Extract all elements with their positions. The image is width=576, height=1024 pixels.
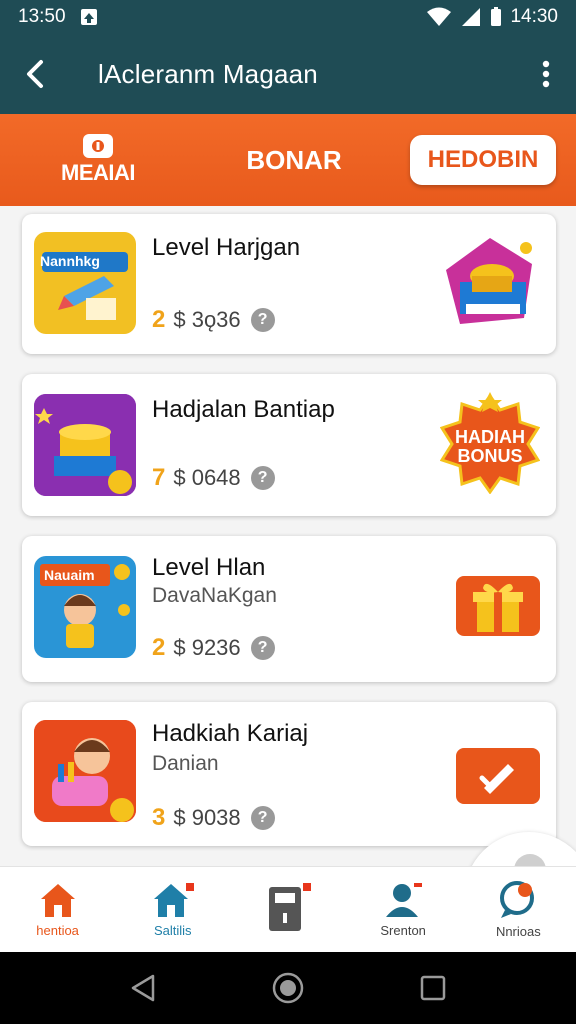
device-icon <box>268 882 311 931</box>
reward-card[interactable]: Nannhkg Level Harjgan 2 $ 3ǫ36 ? <box>22 214 556 354</box>
page-title: lAcleranm Magaan <box>98 58 318 89</box>
status-time-right: 14:30 <box>510 6 558 27</box>
nav-label-profile: Srenton <box>380 923 426 938</box>
nav-item-home[interactable]: hentioa <box>0 867 115 952</box>
card-subtitle: Danian <box>152 752 219 775</box>
tab-hedobin[interactable]: HEDOBIN <box>410 135 556 185</box>
more-vert-icon <box>542 60 550 88</box>
system-navigation-bar <box>0 952 576 1024</box>
help-icon[interactable]: ? <box>250 806 275 830</box>
profile-icon <box>386 883 423 917</box>
treasure-chest-icon <box>440 234 540 339</box>
bonus-badge-text: HADIAH BONUS <box>455 427 525 466</box>
reward-card[interactable]: Hadkiah Kariaj Danian 3 $ 9038 ? <box>22 702 556 846</box>
system-back-button[interactable] <box>113 958 173 1018</box>
card-price-row: 3 $ 9038 ? <box>152 804 275 832</box>
home-icon <box>40 884 75 917</box>
card-title: Level Harjgan <box>152 234 301 261</box>
help-icon[interactable]: ? <box>250 466 275 490</box>
notification-icon <box>80 8 98 26</box>
battery-icon <box>490 7 502 27</box>
back-arrow-icon <box>27 60 43 88</box>
pencil-icon <box>42 252 128 320</box>
square-recents-icon <box>421 975 446 1001</box>
thumbnail-label: Nannhkg <box>40 253 100 269</box>
nav-label-messages: Nnrioas <box>495 924 541 939</box>
gold-chest-icon <box>34 394 136 496</box>
card-price: $ 9236 <box>173 635 241 660</box>
nav-label-status: Saltilis <box>153 923 192 938</box>
ticket-icon <box>479 764 514 794</box>
card-level: 7 <box>152 464 166 491</box>
more-options-button[interactable] <box>516 34 576 114</box>
card-price-row: 2 $ 9236 ? <box>152 634 275 662</box>
signal-icon <box>460 7 482 27</box>
bonus-badge-icon: HADIAH BONUS <box>440 390 540 494</box>
status-time: 13:50 <box>18 6 66 27</box>
card-thumbnail: Nauaim <box>34 556 136 658</box>
card-title: Level Hlan <box>152 554 266 581</box>
boy-with-basket-icon <box>34 720 136 822</box>
nav-label-home: hentioa <box>36 923 79 938</box>
nav-item-messages[interactable]: Nnrioas <box>461 867 576 952</box>
menu-badge-icon <box>83 134 113 158</box>
thumbnail-label: Nauaim <box>44 567 95 583</box>
card-level: 2 <box>152 634 166 661</box>
circle-home-icon <box>272 972 304 1004</box>
gift-icon <box>473 583 523 632</box>
help-icon[interactable]: ? <box>250 636 275 660</box>
tab-menu[interactable]: MEAIAI <box>0 134 196 186</box>
help-icon[interactable]: ? <box>250 308 275 332</box>
card-title: Hadkiah Kariaj <box>152 720 309 747</box>
reward-card[interactable]: Nauaim Level Hlan DavaNaKgan 2 $ 9236 ? <box>22 536 556 682</box>
tab-strip: MEAIAI BONAR HEDOBIN <box>0 114 576 206</box>
reward-list: Nannhkg Level Harjgan 2 $ 3ǫ36 ? Hadjala… <box>0 206 576 866</box>
triangle-back-icon <box>131 974 154 1002</box>
card-level: 2 <box>152 306 166 333</box>
card-title: Hadjalan Bantiap <box>152 396 335 423</box>
chat-bubble-icon <box>500 881 535 918</box>
app-bar: lAcleranm Magaan <box>0 34 576 114</box>
nav-item-device[interactable] <box>230 867 345 952</box>
card-price-row: 7 $ 0648 ? <box>152 464 275 492</box>
card-price: $ 9038 <box>173 805 241 830</box>
system-recents-button[interactable] <box>403 958 463 1018</box>
card-thumbnail <box>34 394 136 496</box>
wifi-icon <box>426 7 452 27</box>
tab-bonar[interactable]: BONAR <box>196 145 392 176</box>
card-level: 3 <box>152 804 166 831</box>
card-subtitle: DavaNaKgan <box>152 584 277 607</box>
back-button[interactable] <box>0 34 70 114</box>
card-price: $ 3ǫ36 <box>173 307 241 332</box>
card-thumbnail: Nannhkg <box>34 232 136 334</box>
card-thumbnail <box>34 720 136 822</box>
nav-item-status[interactable]: Saltilis <box>115 867 230 952</box>
tab-menu-label: MEAIAI <box>61 160 136 185</box>
gift-button[interactable] <box>456 576 540 636</box>
reward-card[interactable]: Hadjalan Bantiap 7 $ 0648 ? HADIAH BONUS <box>22 374 556 516</box>
claim-button[interactable] <box>456 748 540 804</box>
card-price-row: 2 $ 3ǫ36 ? <box>152 306 275 334</box>
card-price: $ 0648 <box>173 465 241 490</box>
status-bar: 13:50 14:30 <box>0 0 576 34</box>
home-badge-icon <box>153 883 194 917</box>
nav-item-profile[interactable]: Srenton <box>346 867 461 952</box>
system-home-button[interactable] <box>258 958 318 1018</box>
bottom-navigation: hentioa Saltilis Srenton Nnrioas <box>0 866 576 952</box>
